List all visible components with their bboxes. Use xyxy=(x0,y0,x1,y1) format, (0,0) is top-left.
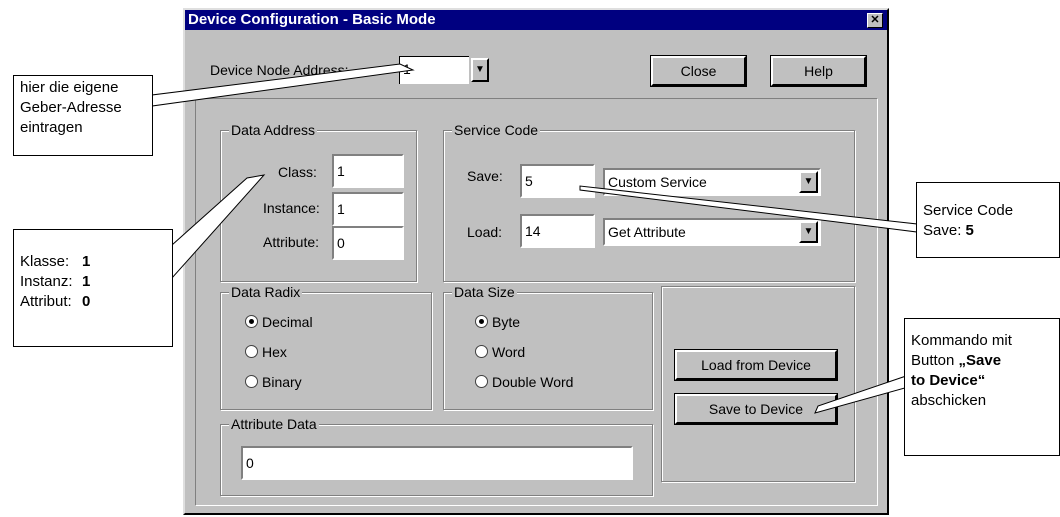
callout-pointer-save xyxy=(814,373,913,414)
annotation-service-code: Service Code Save: 5 xyxy=(916,182,1060,258)
callout-pointer-geber xyxy=(151,63,415,107)
annotation-line: hier die eigene xyxy=(20,79,119,96)
annotation-line: eintragen xyxy=(20,119,83,136)
instanz-label: Instanz: xyxy=(20,273,73,290)
callout-pointer-service xyxy=(579,185,918,233)
klasse-value: 1 xyxy=(82,253,91,270)
klasse-label: Klasse: xyxy=(20,253,70,270)
annotation-line: Kommando mit xyxy=(911,332,1012,349)
annotation-line: Service Code xyxy=(923,202,1014,219)
annotation-bold: to Device“ xyxy=(911,372,986,389)
callout-pointer-klasse xyxy=(171,174,266,280)
instanz-value: 1 xyxy=(82,273,91,290)
annotation-bold: „Save xyxy=(958,352,1002,369)
attribut-value: 0 xyxy=(82,293,91,310)
annotation-line: Button xyxy=(911,352,959,369)
annotation-klasse: Klasse: 1 Instanz: 1 Attribut: 0 xyxy=(13,229,173,347)
service-code-note-label: Save: xyxy=(923,222,962,239)
annotation-kommando: Kommando mit Button „Save to Device“ abs… xyxy=(904,318,1060,456)
attribut-label: Attribut: xyxy=(20,293,72,310)
annotation-geber-adresse: hier die eigene Geber-Adresse eintragen xyxy=(13,75,153,156)
service-code-note-value: 5 xyxy=(965,222,974,239)
annotation-line: Geber-Adresse xyxy=(20,99,122,116)
annotation-line: abschicken xyxy=(911,392,987,409)
